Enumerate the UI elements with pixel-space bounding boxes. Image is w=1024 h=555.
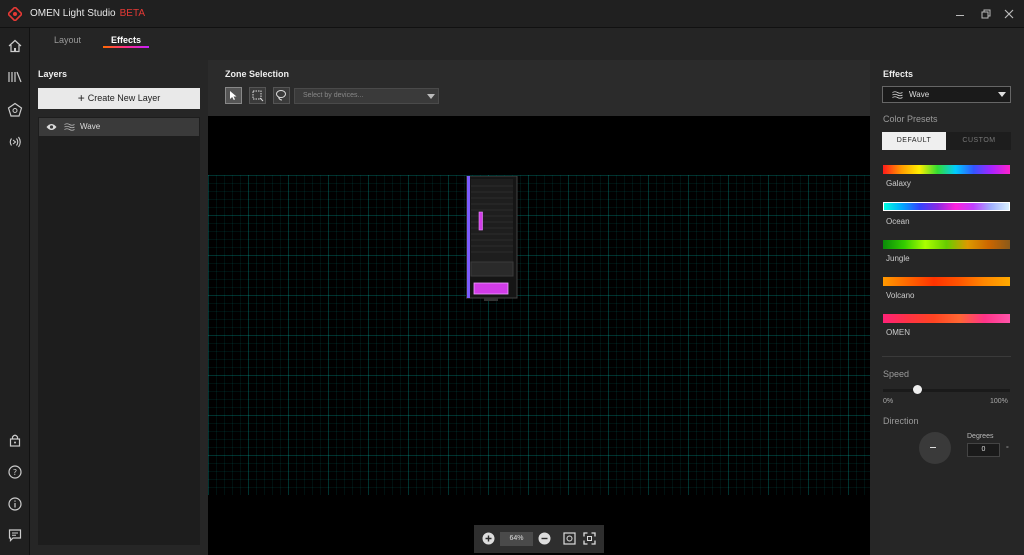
create-layer-label: Create New Layer xyxy=(87,93,161,103)
tab-active-indicator xyxy=(103,46,149,48)
preset-omen-label: OMEN xyxy=(886,328,910,337)
app-title: OMEN Light Studio BETA xyxy=(30,8,145,19)
preset-galaxy-swatch[interactable] xyxy=(883,165,1010,174)
canvas-grid xyxy=(208,175,870,495)
fullscreen-icon[interactable] xyxy=(583,532,596,545)
beta-badge: BETA xyxy=(119,8,145,19)
zoom-in-icon[interactable] xyxy=(482,532,495,545)
layer-name: Wave xyxy=(80,122,101,131)
desktop-pc-device[interactable] xyxy=(466,176,518,302)
title-bar: OMEN Light Studio BETA xyxy=(0,0,1024,28)
rectangle-select-icon xyxy=(252,90,264,102)
tab-effects[interactable]: Effects xyxy=(111,35,141,45)
effects-title: Effects xyxy=(883,69,914,79)
zone-selection-title: Zone Selection xyxy=(225,69,290,79)
pointer-icon xyxy=(230,91,237,100)
front-strip-zone[interactable] xyxy=(478,211,483,231)
tab-bar: Layout Effects xyxy=(30,28,1024,60)
chevron-down-icon xyxy=(427,94,435,99)
direction-needle xyxy=(930,447,936,448)
wave-icon xyxy=(892,91,903,99)
zoom-controls: 64% xyxy=(474,525,604,553)
preset-jungle-label: Jungle xyxy=(886,254,910,263)
audio-icon[interactable] xyxy=(7,134,23,150)
scenes-icon[interactable] xyxy=(7,102,23,118)
left-nav: ? xyxy=(0,28,30,555)
preset-omen-swatch[interactable] xyxy=(883,314,1010,323)
preset-volcano-label: Volcano xyxy=(886,291,915,300)
rectangle-select-tool[interactable] xyxy=(249,87,266,104)
layers-panel: Layers + Create New Layer Wave xyxy=(30,60,208,555)
device-select-placeholder: Select by devices... xyxy=(303,92,364,99)
close-icon xyxy=(1004,9,1014,19)
omen-logo-icon xyxy=(8,7,22,21)
restore-button[interactable] xyxy=(977,6,993,22)
speed-max-label: 100% xyxy=(990,398,1008,405)
minimize-icon xyxy=(956,15,964,16)
tab-default-presets[interactable]: DEFAULT xyxy=(882,132,946,150)
layer-list: Wave xyxy=(38,117,200,545)
speed-slider-handle[interactable] xyxy=(912,385,922,394)
lasso-icon xyxy=(276,90,286,101)
wave-icon xyxy=(64,123,75,131)
fit-to-screen-icon[interactable] xyxy=(563,532,576,545)
visibility-eye-icon[interactable] xyxy=(46,123,57,131)
zoom-level[interactable]: 64% xyxy=(500,532,533,546)
library-icon[interactable] xyxy=(7,69,23,85)
minimize-button[interactable] xyxy=(952,6,968,22)
plus-icon: + xyxy=(77,91,85,105)
preset-jungle-swatch[interactable] xyxy=(883,240,1010,249)
lock-icon[interactable] xyxy=(7,432,23,448)
preset-ocean-swatch[interactable] xyxy=(883,202,1010,211)
lasso-select-tool[interactable] xyxy=(273,87,290,104)
chevron-down-icon xyxy=(998,92,1006,97)
effect-type-value: Wave xyxy=(909,90,930,99)
bottom-logo-zone[interactable] xyxy=(473,282,509,295)
section-divider xyxy=(882,356,1011,357)
tab-layout[interactable]: Layout xyxy=(54,35,81,45)
help-icon[interactable]: ? xyxy=(7,464,23,480)
speed-min-label: 0% xyxy=(883,398,894,405)
degree-sign: ° xyxy=(1006,446,1009,453)
degrees-input[interactable]: 0 xyxy=(967,443,1000,457)
preset-volcano-swatch[interactable] xyxy=(883,277,1010,286)
side-light-zone[interactable] xyxy=(467,176,470,298)
speed-label: Speed xyxy=(883,369,910,379)
info-icon[interactable] xyxy=(7,496,23,512)
tab-custom-presets[interactable]: CUSTOM xyxy=(947,132,1011,150)
home-icon[interactable] xyxy=(7,38,23,54)
feedback-icon[interactable] xyxy=(7,527,23,543)
effects-panel: Effects Wave Color Presets DEFAULT CUSTO… xyxy=(870,60,1024,555)
close-button[interactable] xyxy=(1001,6,1017,22)
preset-ocean-label: Ocean xyxy=(886,217,910,226)
layers-title: Layers xyxy=(38,69,68,79)
layer-item[interactable]: Wave xyxy=(39,118,199,136)
create-layer-button[interactable]: + Create New Layer xyxy=(38,88,200,109)
svg-text:?: ? xyxy=(13,468,17,477)
pointer-select-tool[interactable] xyxy=(225,87,242,104)
restore-icon xyxy=(981,9,991,19)
direction-dial[interactable] xyxy=(919,432,951,464)
effect-type-dropdown[interactable]: Wave xyxy=(882,86,1011,103)
zoom-out-icon[interactable] xyxy=(538,532,551,545)
preset-toggle: DEFAULT CUSTOM xyxy=(882,132,1011,150)
zone-selection-header: Zone Selection Select by devices... xyxy=(208,60,870,116)
preset-galaxy-label: Galaxy xyxy=(886,179,911,188)
device-select-dropdown[interactable]: Select by devices... xyxy=(294,88,439,104)
degrees-label: Degrees xyxy=(967,433,994,440)
speed-slider-track[interactable] xyxy=(883,389,1010,392)
direction-label: Direction xyxy=(883,416,919,426)
color-presets-label: Color Presets xyxy=(883,114,938,124)
zone-canvas[interactable] xyxy=(208,116,870,555)
